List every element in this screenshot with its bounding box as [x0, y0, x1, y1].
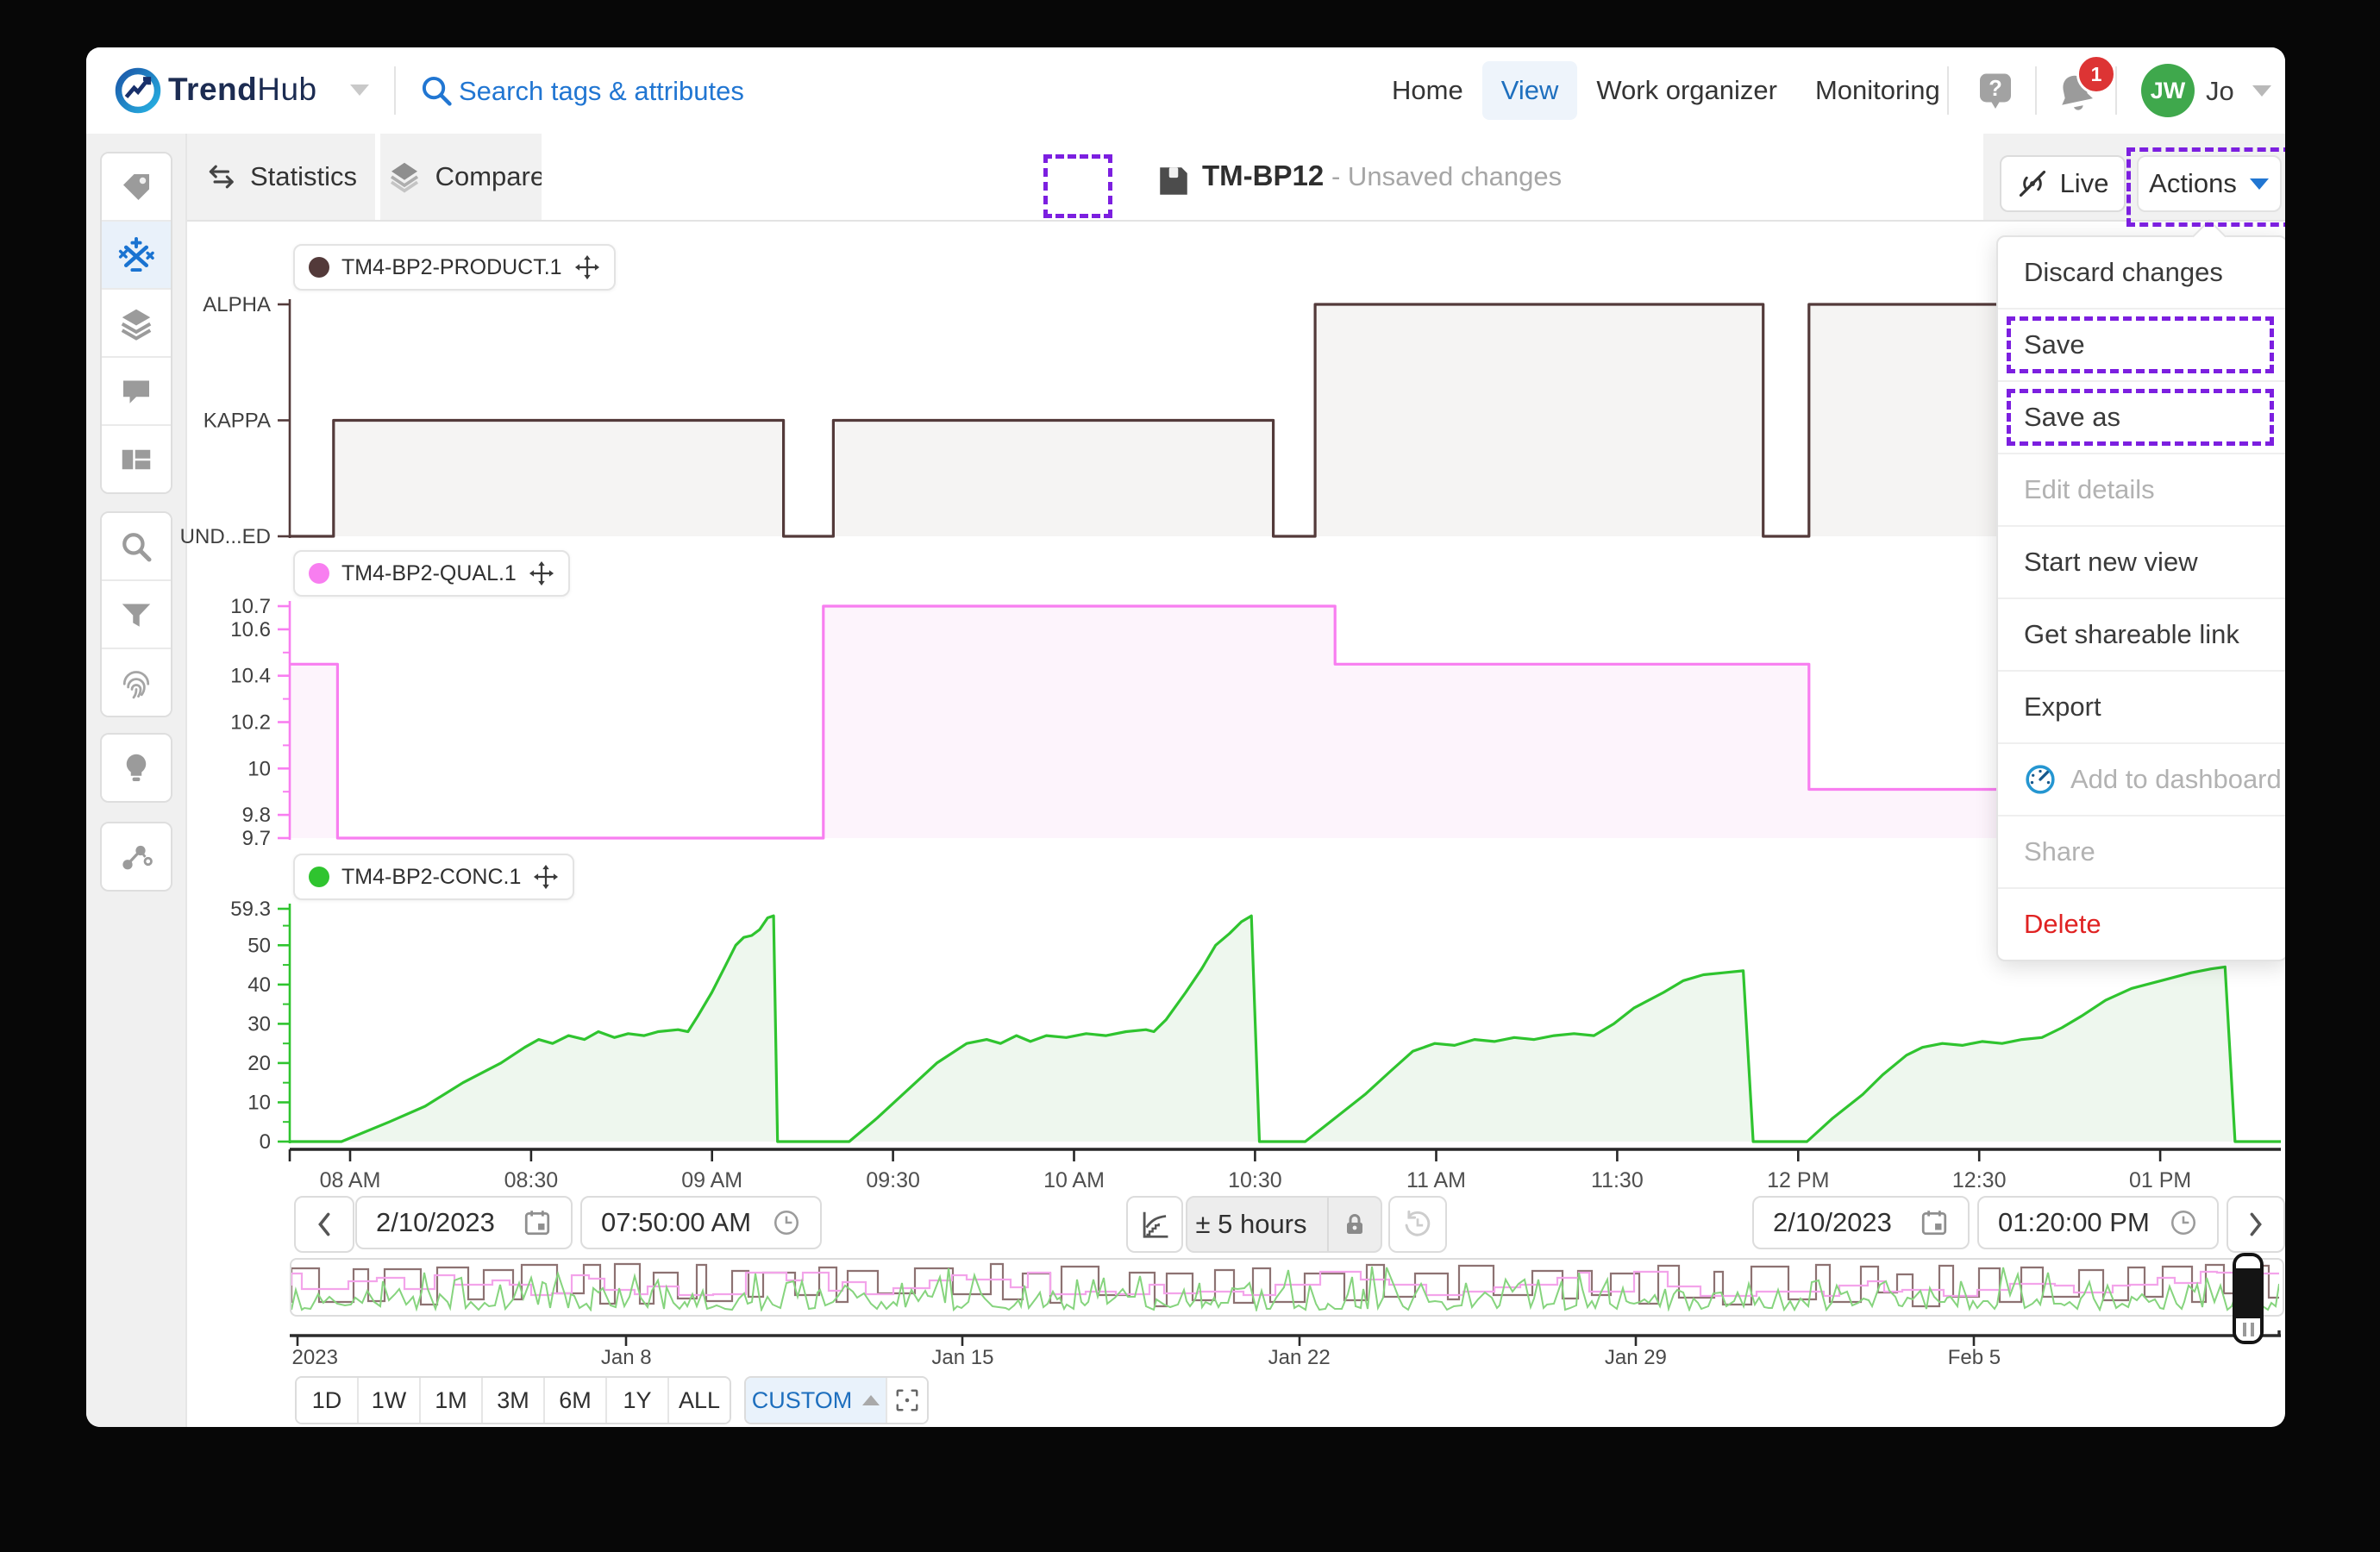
series-color-dot: [309, 867, 329, 887]
svg-text:12 PM: 12 PM: [1767, 1168, 1829, 1192]
menu-item-share[interactable]: Share: [1998, 815, 2285, 887]
menu-item-start-new-view[interactable]: Start new view: [1998, 525, 2285, 598]
svg-text:08 AM: 08 AM: [320, 1168, 381, 1192]
series-name: TM4-BP2-CONC.1: [341, 865, 521, 890]
svg-text:09 AM: 09 AM: [681, 1168, 742, 1192]
menu-item-label: Get shareable link: [2024, 619, 2239, 650]
actions-dropdown-menu: Discard changes Save Save as Edit details St…: [1996, 235, 2285, 961]
move-icon[interactable]: [574, 254, 600, 280]
svg-text:20: 20: [247, 1052, 271, 1075]
context-range-handle[interactable]: [2233, 1253, 2264, 1344]
svg-text:9.7: 9.7: [242, 827, 271, 850]
svg-text:9.8: 9.8: [242, 804, 271, 827]
menu-item-label: Save: [2024, 329, 2085, 360]
menu-item-label: Share: [2024, 836, 2095, 867]
svg-text:01 PM: 01 PM: [2129, 1168, 2191, 1192]
menu-item-label: Export: [2024, 692, 2101, 723]
menu-item-save-as[interactable]: Save as: [1998, 380, 2285, 453]
menu-item-label: Delete: [2024, 909, 2101, 940]
svg-text:UND...ED: UND...ED: [180, 525, 271, 548]
menu-item-label: Save as: [2024, 402, 2120, 433]
menu-item-label: Discard changes: [2024, 257, 2223, 288]
series-name: TM4-BP2-PRODUCT.1: [341, 255, 562, 280]
menu-item-delete[interactable]: Delete: [1998, 887, 2285, 960]
svg-text:10.4: 10.4: [230, 665, 271, 688]
series-name: TM4-BP2-QUAL.1: [341, 561, 517, 586]
move-icon[interactable]: [533, 864, 559, 890]
series-color-dot: [309, 257, 329, 278]
menu-item-label: Start new view: [2024, 547, 2198, 578]
svg-text:30: 30: [247, 1012, 271, 1036]
legend-chip-conc[interactable]: TM4-BP2-CONC.1: [293, 854, 574, 900]
svg-text:10: 10: [247, 1092, 271, 1115]
legend-chip-qual[interactable]: TM4-BP2-QUAL.1: [293, 550, 570, 597]
menu-item-add-to-dashboard[interactable]: Add to dashboard: [1998, 742, 2285, 815]
svg-text:59.3: 59.3: [230, 898, 271, 921]
svg-text:10:30: 10:30: [1228, 1168, 1282, 1192]
series-color-dot: [309, 563, 329, 584]
gauge-icon: [2024, 763, 2057, 796]
legend-chip-product[interactable]: TM4-BP2-PRODUCT.1: [293, 244, 616, 291]
menu-item-edit-details[interactable]: Edit details: [1998, 453, 2285, 525]
menu-item-export[interactable]: Export: [1998, 670, 2285, 742]
move-icon[interactable]: [529, 560, 554, 586]
context-minimap[interactable]: [290, 1258, 2284, 1317]
svg-text:0: 0: [260, 1130, 271, 1154]
svg-text:12:30: 12:30: [1952, 1168, 2007, 1192]
svg-text:10.7: 10.7: [230, 595, 271, 618]
svg-text:10 AM: 10 AM: [1043, 1168, 1105, 1192]
app-window: TrendHub Search tags & attributes HomeVi…: [86, 47, 2285, 1427]
svg-text:40: 40: [247, 973, 271, 997]
svg-text:50: 50: [247, 934, 271, 957]
svg-text:11 AM: 11 AM: [1406, 1168, 1466, 1192]
menu-item-discard-changes[interactable]: Discard changes: [1998, 237, 2285, 308]
svg-text:09:30: 09:30: [866, 1168, 920, 1192]
svg-text:10.2: 10.2: [230, 711, 271, 735]
menu-item-get-shareable-link[interactable]: Get shareable link: [1998, 598, 2285, 670]
svg-text:10.6: 10.6: [230, 618, 271, 641]
svg-text:11:30: 11:30: [1591, 1168, 1644, 1192]
svg-text:ALPHA: ALPHA: [203, 293, 271, 316]
svg-text:08:30: 08:30: [504, 1168, 559, 1192]
menu-item-label: Edit details: [2024, 474, 2155, 505]
menu-item-label: Add to dashboard: [2070, 764, 2282, 795]
svg-text:KAPPA: KAPPA: [204, 410, 271, 433]
svg-text:10: 10: [247, 757, 271, 780]
menu-item-save[interactable]: Save: [1998, 308, 2285, 380]
